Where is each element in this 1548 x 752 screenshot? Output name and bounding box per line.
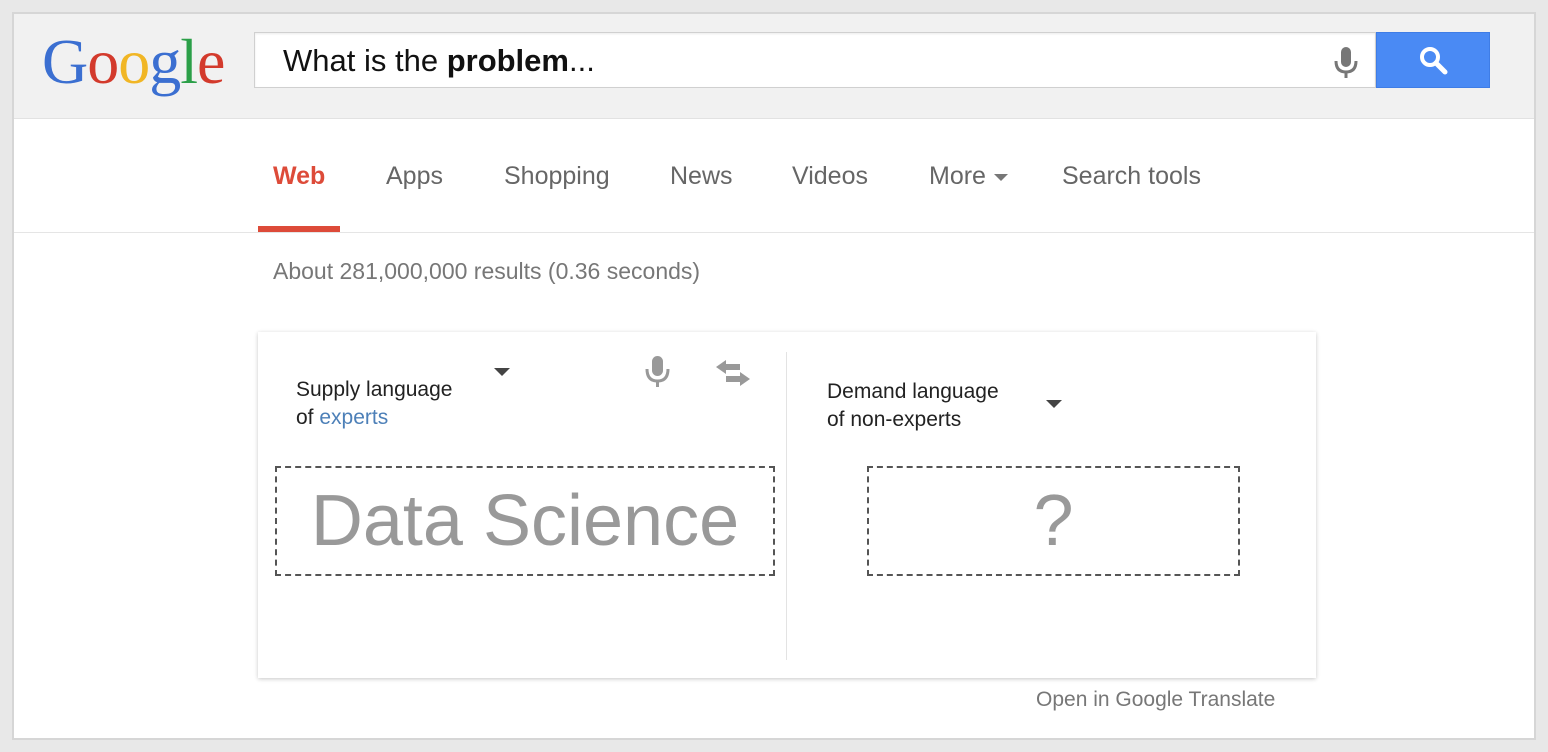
search-query: What is the problem... [283, 41, 595, 81]
tab-news[interactable]: News [670, 158, 733, 194]
source-text[interactable]: Data Science [275, 466, 775, 576]
translate-card: Supply language of experts Demand langua… [258, 332, 1316, 678]
logo-letter: g [149, 26, 181, 97]
active-tab-indicator [258, 226, 340, 232]
tab-shopping[interactable]: Shopping [504, 158, 610, 194]
target-language-line2: of non-experts [827, 408, 962, 431]
experts-link[interactable]: experts [319, 406, 388, 429]
chevron-down-icon [993, 173, 1008, 181]
tab-videos[interactable]: Videos [792, 158, 868, 194]
tab-more-label: More [929, 162, 986, 190]
source-language-line2: of experts [296, 404, 452, 432]
logo-letter: o [118, 26, 150, 97]
target-language-selector[interactable]: Demand language of non-experts [827, 378, 999, 434]
tab-web[interactable]: Web [273, 158, 325, 194]
card-divider [786, 352, 787, 660]
query-bold: problem [446, 43, 569, 78]
search-tabs: Web Apps Shopping News Videos More Searc… [14, 118, 1534, 233]
tab-apps[interactable]: Apps [386, 158, 443, 194]
query-suffix: ... [568, 43, 595, 78]
source-language-selector[interactable]: Supply language of experts [296, 376, 452, 432]
browser-frame: Google What is the problem... Web Apps S… [12, 12, 1536, 740]
open-in-translate-link[interactable]: Open in Google Translate [1036, 688, 1275, 712]
results-stats: About 281,000,000 results (0.36 seconds) [273, 258, 701, 284]
header: Google What is the problem... [14, 14, 1534, 119]
tab-search-tools[interactable]: Search tools [1062, 158, 1201, 194]
chevron-down-icon[interactable] [1046, 400, 1062, 408]
mic-icon[interactable] [644, 354, 672, 395]
logo-letter: l [180, 26, 198, 97]
source-language-line1: Supply language [296, 378, 453, 401]
target-language-line1: Demand language [827, 380, 999, 403]
search-input[interactable]: What is the problem... [254, 32, 1376, 88]
query-prefix: What is the [283, 43, 447, 78]
google-logo[interactable]: Google [42, 22, 225, 102]
target-text: ? [867, 466, 1240, 576]
chevron-down-icon[interactable] [494, 368, 510, 376]
logo-letter: o [87, 26, 119, 97]
logo-letter: e [197, 26, 225, 97]
swap-arrows-icon[interactable] [714, 358, 752, 393]
search-icon [1420, 47, 1448, 75]
mic-icon[interactable] [1331, 45, 1361, 86]
tab-more[interactable]: More [929, 158, 1008, 194]
logo-letter: G [42, 26, 88, 97]
search-button[interactable] [1376, 32, 1490, 88]
source-language-prefix: of [296, 406, 320, 429]
